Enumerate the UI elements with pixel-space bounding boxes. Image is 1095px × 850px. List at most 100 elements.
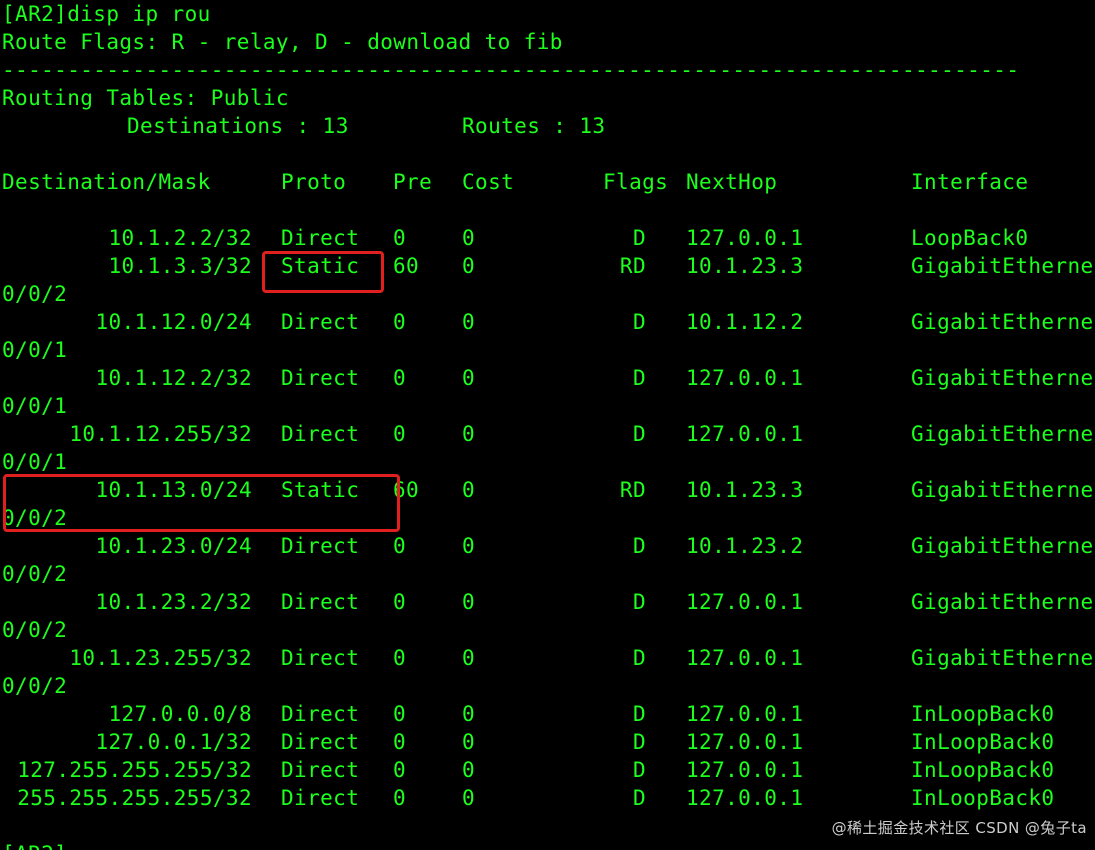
row-pre: 0	[393, 422, 407, 446]
row-destination: 10.1.23.255/32	[69, 646, 252, 670]
row-interface-wrap: 0/0/2	[2, 618, 68, 642]
row-nexthop: 127.0.0.1	[686, 366, 804, 390]
row-nexthop: 127.0.0.1	[686, 646, 804, 670]
row-proto: Direct	[281, 590, 360, 614]
row-pre: 60	[393, 254, 420, 278]
row-cost: 0	[462, 478, 476, 502]
row-nexthop: 127.0.0.1	[686, 590, 804, 614]
prompt-tail: [AR2]	[2, 840, 67, 850]
row-cost: 0	[462, 730, 476, 754]
row-nexthop: 127.0.0.1	[686, 226, 804, 250]
row-cost: 0	[462, 226, 476, 250]
row-nexthop: 10.1.23.2	[686, 534, 804, 558]
row-destination: 255.255.255.255/32	[17, 786, 252, 810]
row-cost: 0	[462, 422, 476, 446]
row-flags: RD	[619, 478, 646, 502]
row-nexthop: 10.1.23.3	[686, 254, 804, 278]
row-flags: D	[632, 786, 646, 810]
row-flags: D	[632, 730, 646, 754]
row-flags: D	[632, 758, 646, 782]
row-flags: D	[632, 646, 646, 670]
row-destination: 10.1.23.0/24	[95, 534, 252, 558]
row-pre: 0	[393, 310, 407, 334]
header-nexthop: NextHop	[686, 170, 778, 194]
row-proto: Direct	[281, 730, 360, 754]
row-nexthop: 10.1.23.3	[686, 478, 804, 502]
row-interface: GigabitEthernet	[911, 590, 1095, 614]
watermark: @稀土掘金技术社区 CSDN @兔子ta	[831, 819, 1087, 837]
row-pre: 0	[393, 366, 407, 390]
row-flags: D	[632, 310, 646, 334]
row-cost: 0	[462, 646, 476, 670]
row-interface: GigabitEthernet	[911, 646, 1095, 670]
row-interface: InLoopBack0	[911, 702, 1055, 726]
row-cost: 0	[462, 786, 476, 810]
row-cost: 0	[462, 254, 476, 278]
row-destination: 10.1.12.255/32	[69, 422, 252, 446]
row-destination: 127.255.255.255/32	[17, 758, 252, 782]
row-cost: 0	[462, 366, 476, 390]
row-proto: Direct	[281, 702, 360, 726]
header-proto: Proto	[281, 170, 347, 194]
row-flags: D	[632, 702, 646, 726]
row-proto: Direct	[281, 310, 360, 334]
row-interface: GigabitEthernet	[911, 534, 1095, 558]
row-interface: InLoopBack0	[911, 786, 1055, 810]
row-flags: D	[632, 422, 646, 446]
terminal-window[interactable]: [AR2]disp ip rou Route Flags: R - relay,…	[0, 0, 1095, 850]
row-pre: 0	[393, 534, 407, 558]
row-nexthop: 127.0.0.1	[686, 422, 804, 446]
flags-legend: Route Flags: R - relay, D - download to …	[2, 30, 563, 54]
row-interface: InLoopBack0	[911, 730, 1055, 754]
command-line: [AR2]disp ip rou	[2, 2, 211, 26]
row-proto: Direct	[281, 534, 360, 558]
row-cost: 0	[462, 590, 476, 614]
row-proto: Direct	[281, 646, 360, 670]
row-nexthop: 127.0.0.1	[686, 702, 804, 726]
row-interface: GigabitEthernet	[911, 254, 1095, 278]
row-pre: 0	[393, 730, 407, 754]
row-interface-wrap: 0/0/1	[2, 338, 68, 362]
row-proto: Direct	[281, 758, 360, 782]
row-interface-wrap: 0/0/2	[2, 282, 68, 306]
row-proto: Direct	[281, 366, 360, 390]
row-destination: 10.1.12.2/32	[95, 366, 252, 390]
table-name: Routing Tables: Public	[2, 86, 289, 110]
row-interface: GigabitEthernet	[911, 478, 1095, 502]
highlight-box-static-1	[262, 251, 384, 293]
header-interface: Interface	[911, 170, 1029, 194]
separator-line: ----------------------------------------…	[2, 58, 1020, 82]
row-pre: 0	[393, 758, 407, 782]
row-pre: 0	[393, 226, 407, 250]
destinations-count: Destinations : 13	[127, 114, 349, 138]
row-interface-wrap: 0/0/1	[2, 450, 68, 474]
row-pre: 0	[393, 646, 407, 670]
row-destination: 10.1.12.0/24	[95, 310, 252, 334]
row-proto: Direct	[281, 422, 360, 446]
row-interface-wrap: 0/0/1	[2, 394, 68, 418]
row-pre: 0	[393, 702, 407, 726]
row-interface-wrap: 0/0/2	[2, 562, 68, 586]
header-cost: Cost	[462, 170, 515, 194]
routes-count: Routes : 13	[462, 114, 606, 138]
row-interface: InLoopBack0	[911, 758, 1055, 782]
row-pre: 0	[393, 786, 407, 810]
row-flags: RD	[619, 254, 646, 278]
row-interface: GigabitEthernet	[911, 310, 1095, 334]
row-cost: 0	[462, 534, 476, 558]
row-proto: Direct	[281, 786, 360, 810]
row-cost: 0	[462, 702, 476, 726]
row-pre: 0	[393, 590, 407, 614]
row-destination: 127.0.0.1/32	[95, 730, 252, 754]
row-proto: Direct	[281, 226, 360, 250]
header-pre: Pre	[393, 170, 433, 194]
header-flags: Flags	[603, 170, 669, 194]
row-cost: 0	[462, 758, 476, 782]
row-cost: 0	[462, 310, 476, 334]
row-destination: 10.1.2.2/32	[108, 226, 252, 250]
row-nexthop: 127.0.0.1	[686, 758, 804, 782]
row-interface-wrap: 0/0/2	[2, 674, 68, 698]
row-flags: D	[632, 366, 646, 390]
highlight-box-static-2	[3, 474, 400, 532]
row-interface: GigabitEthernet	[911, 422, 1095, 446]
